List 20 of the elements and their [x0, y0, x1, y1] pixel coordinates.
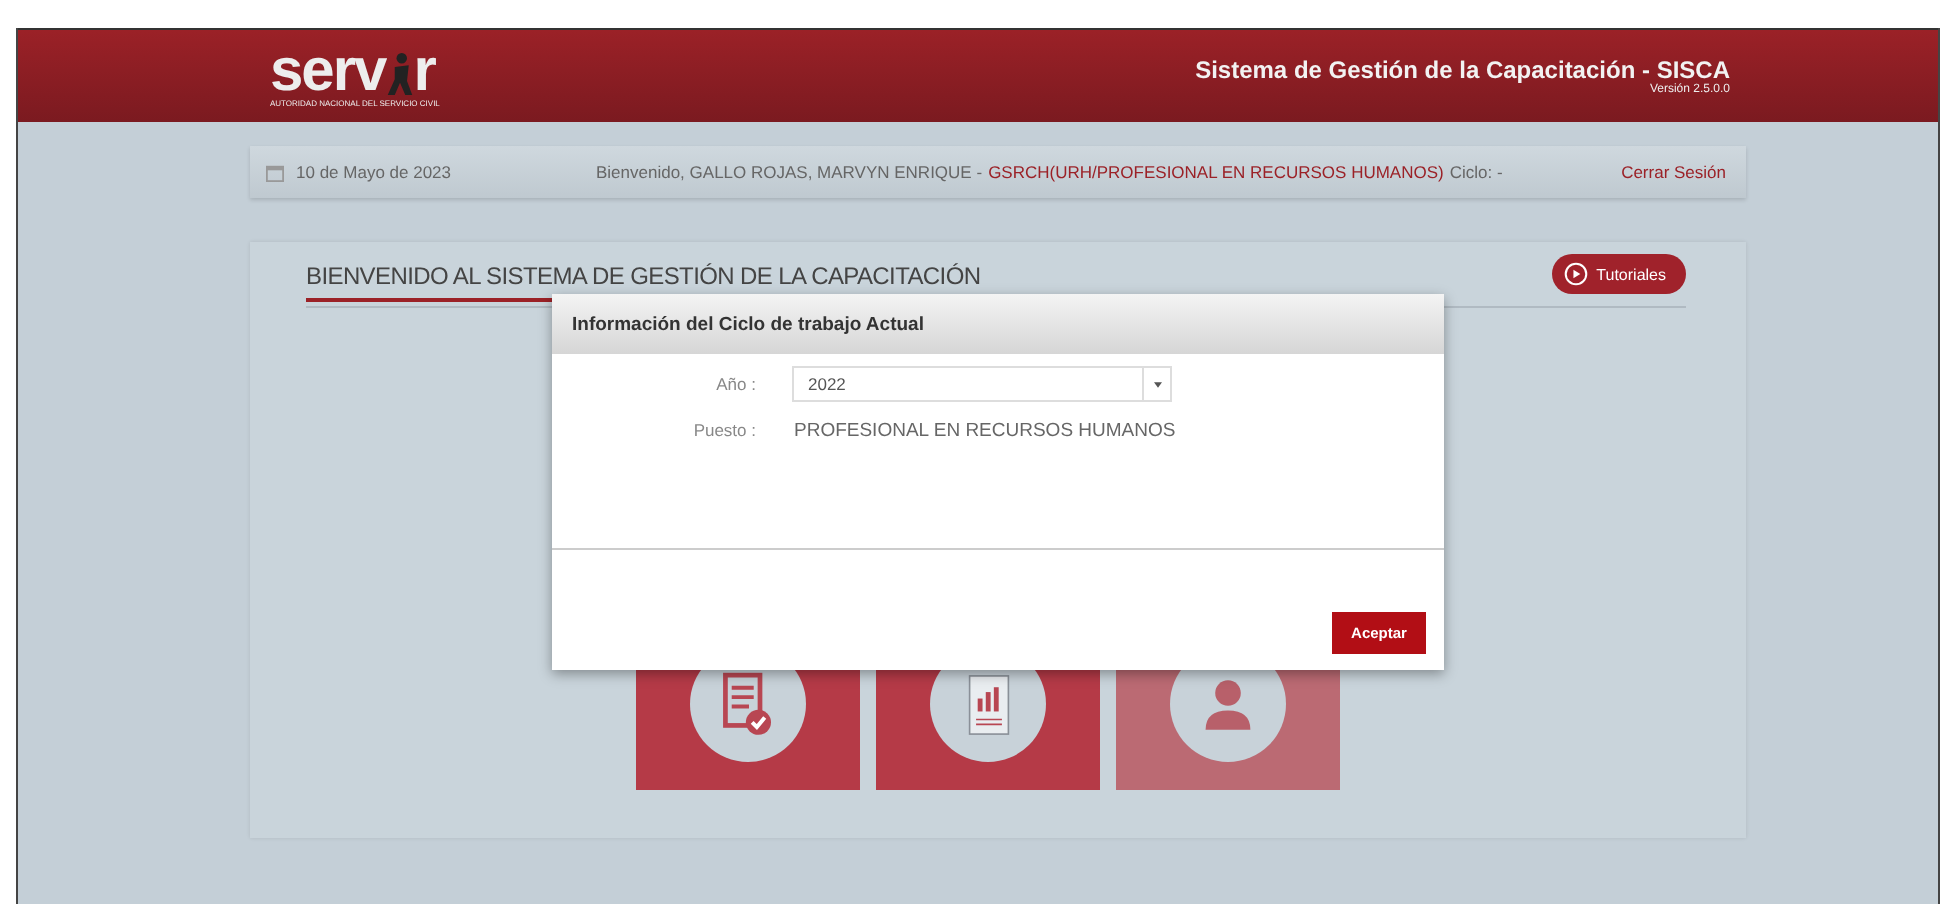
- logo-text: r: [413, 45, 435, 97]
- welcome-text: Bienvenido, GALLO ROJAS, MARVYN ENRIQUE -: [596, 162, 983, 182]
- logo-text: serv: [270, 45, 386, 97]
- chart-report-icon: [967, 673, 1009, 735]
- dialog-title: Información del Ciclo de trabajo Actual: [572, 313, 924, 335]
- date-text: 10 de Mayo de 2023: [296, 162, 452, 182]
- app-title: Sistema de Gestión de la Capacitación - SISCA: [1195, 56, 1730, 84]
- logout-link[interactable]: Cerrar Sesión: [1621, 162, 1726, 182]
- caret-icon: [1153, 381, 1161, 387]
- year-select[interactable]: 2022: [792, 366, 1172, 402]
- tutorials-button[interactable]: Tutoriales: [1552, 254, 1686, 294]
- year-label: Año :: [714, 374, 758, 394]
- figure-logo-icon: [385, 49, 414, 97]
- role-text: GSRCH(URH/PROFESIONAL EN RECURSOS HUMANOS): [988, 162, 1444, 182]
- cycle-text: Ciclo: -: [1449, 162, 1503, 182]
- play-icon: [1564, 262, 1589, 286]
- position-value: PROFESIONAL EN RECURSOS HUMANOS: [792, 419, 1176, 441]
- calendar-icon: [266, 163, 284, 181]
- support-agent-icon: [1204, 677, 1252, 731]
- position-label: Puesto :: [691, 420, 758, 440]
